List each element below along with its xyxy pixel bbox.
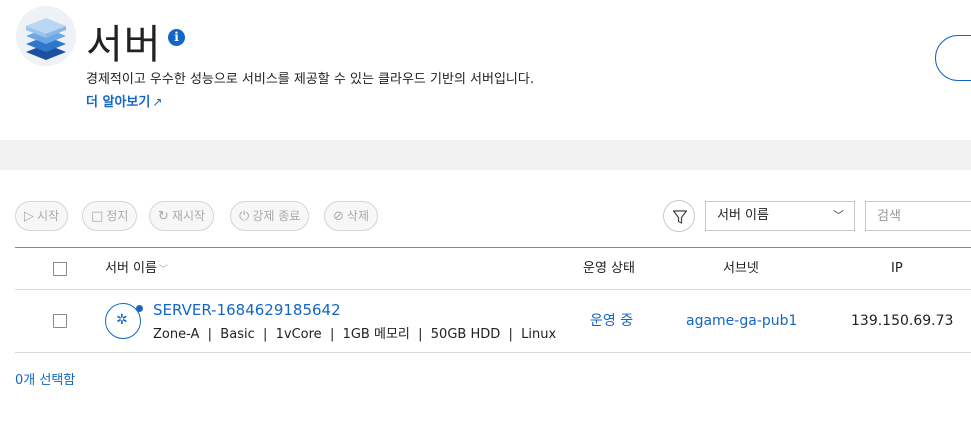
column-header-name[interactable]: 서버 이름 ﹀ xyxy=(105,248,168,290)
selection-count: 0개 선택함 xyxy=(15,373,76,388)
table-header: 서버 이름 ﹀ 운영 상태 서브넷 IP xyxy=(15,247,971,290)
force-stop-button[interactable]: ⏻ 강제 종료 xyxy=(230,201,310,231)
stop-label: 정지 xyxy=(106,209,129,223)
restart-icon: ↻ xyxy=(158,209,169,224)
search-field-select[interactable]: 서버 이름 ﹀ xyxy=(705,201,855,231)
server-icon: ✲ xyxy=(105,303,143,339)
server-name-link[interactable]: SERVER-1684629185642 xyxy=(153,301,341,319)
column-header-ip: IP xyxy=(891,261,903,276)
row-checkbox[interactable] xyxy=(53,314,67,328)
chevron-down-icon: ﹀ xyxy=(833,209,844,222)
create-server-button[interactable] xyxy=(935,35,971,81)
force-stop-label: 강제 종료 xyxy=(252,209,301,223)
restart-label: 재시작 xyxy=(171,209,206,223)
page-title: 서버 xyxy=(86,22,162,68)
column-header-subnet: 서브넷 xyxy=(723,261,759,276)
restart-button[interactable]: ↻ 재시작 xyxy=(149,201,215,231)
stop-button[interactable]: □ 정지 xyxy=(82,201,138,231)
start-button[interactable]: ▷ 시작 xyxy=(15,201,69,231)
play-icon: ▷ xyxy=(24,209,34,224)
column-name-label: 서버 이름 xyxy=(105,261,157,276)
filter-button[interactable] xyxy=(663,200,695,232)
power-icon: ⏻ xyxy=(239,209,250,224)
learn-more-link[interactable]: 더 알아보기 ↗ xyxy=(86,91,162,110)
status-dot xyxy=(136,305,143,312)
info-icon[interactable]: i xyxy=(168,29,185,46)
subnet-link[interactable]: agame-ga-pub1 xyxy=(686,290,797,352)
select-value: 서버 이름 xyxy=(717,208,769,223)
start-label: 시작 xyxy=(37,209,60,223)
page-description: 경제적이고 우수한 성능으로 서비스를 제공할 수 있는 클라우드 기반의 서버… xyxy=(86,72,534,87)
status-value: 운영 중 xyxy=(590,313,634,329)
sort-chevron-icon: ﹀ xyxy=(158,265,168,275)
external-link-icon: ↗ xyxy=(152,95,163,109)
search-input[interactable] xyxy=(865,201,971,231)
prohibit-icon: ⊘ xyxy=(333,209,344,224)
learn-more-label: 더 알아보기 xyxy=(86,95,151,110)
delete-label: 삭제 xyxy=(346,209,369,223)
ip-value: 139.150.69.73 xyxy=(851,313,954,329)
stop-icon: □ xyxy=(91,209,104,224)
server-stack-logo xyxy=(16,6,76,66)
section-divider-band xyxy=(0,140,971,170)
gear-icon: ✲ xyxy=(116,312,128,328)
column-header-status: 운영 상태 xyxy=(583,261,635,276)
page-header: 서버 i 경제적이고 우수한 성능으로 서비스를 제공할 수 있는 클라우드 기… xyxy=(0,0,971,140)
delete-button[interactable]: ⊘ 삭제 xyxy=(324,201,378,231)
filter-icon xyxy=(672,210,688,224)
select-all-checkbox[interactable] xyxy=(53,262,67,276)
table-row[interactable]: ✲ SERVER-1684629185642 Zone-A | Basic | … xyxy=(15,290,971,353)
server-spec: Zone-A | Basic | 1vCore | 1GB 메모리 | 50GB… xyxy=(153,327,557,342)
action-toolbar: ▷ 시작 □ 정지 ↻ 재시작 ⏻ 강제 종료 ⊘ 삭제 서버 이름 ﹀ xyxy=(0,200,971,232)
